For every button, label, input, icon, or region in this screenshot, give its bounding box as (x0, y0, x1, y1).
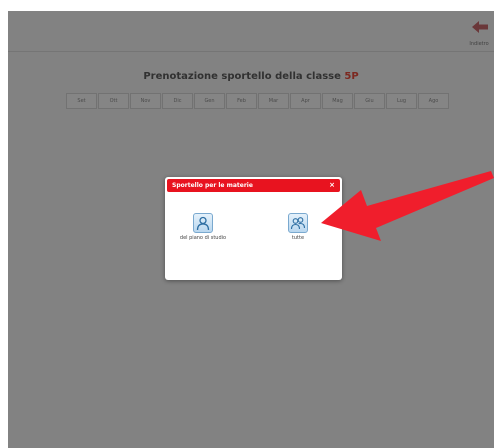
annotation-arrow-icon (321, 171, 494, 241)
